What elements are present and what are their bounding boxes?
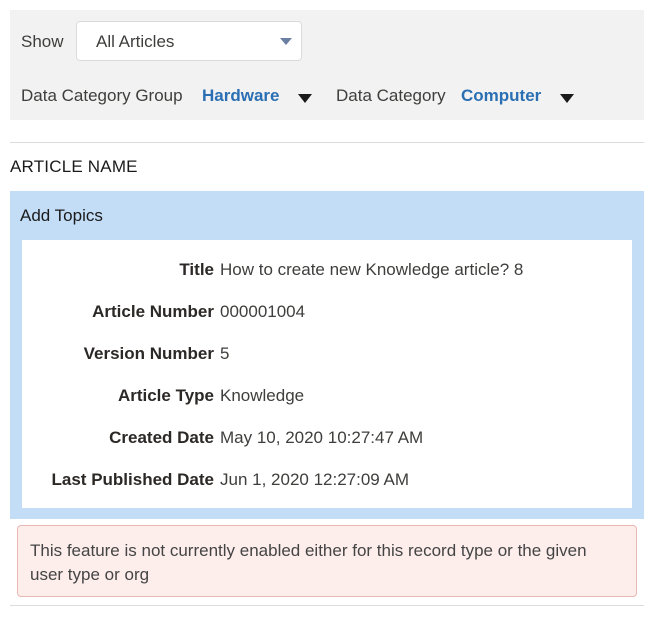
data-category-group-label: Data Category Group <box>21 86 183 105</box>
data-category-group-value[interactable]: Hardware <box>202 86 279 106</box>
detail-label: Article Type <box>117 386 214 405</box>
column-header-article-name[interactable]: ARTICLE NAME <box>10 157 138 177</box>
add-topics-link[interactable]: Add Topics <box>20 206 103 226</box>
error-message: This feature is not currently enabled ei… <box>30 541 587 584</box>
detail-row-article-number: Article Number 000001004 <box>22 302 632 326</box>
detail-value: Knowledge <box>220 386 305 405</box>
detail-label: Title <box>179 260 214 279</box>
article-details: Title How to create new Knowledge articl… <box>22 240 632 508</box>
show-select-value: All Articles <box>96 32 175 51</box>
show-select[interactable]: All Articles <box>76 21 302 61</box>
filter-bar: Show All Articles Data Category Group Ha… <box>10 10 644 120</box>
error-message-box: This feature is not currently enabled ei… <box>17 525 637 597</box>
data-category-label: Data Category <box>336 86 446 105</box>
divider <box>10 605 644 606</box>
caret-down-icon[interactable] <box>560 94 574 103</box>
detail-row-title: Title How to create new Knowledge articl… <box>22 260 632 284</box>
divider <box>10 142 644 143</box>
detail-row-created-date: Created Date May 10, 2020 10:27:47 AM <box>22 428 632 452</box>
show-label: Show <box>21 32 64 51</box>
detail-value: Jun 1, 2020 12:27:09 AM <box>220 470 410 489</box>
detail-label: Version Number <box>83 344 214 363</box>
data-category-value[interactable]: Computer <box>461 86 541 106</box>
detail-label: Last Published Date <box>51 470 214 489</box>
chevron-down-icon <box>280 38 292 45</box>
detail-row-article-type: Article Type Knowledge <box>22 386 632 410</box>
detail-row-version-number: Version Number 5 <box>22 344 632 368</box>
detail-value: 5 <box>220 344 230 363</box>
caret-down-icon[interactable] <box>298 94 312 103</box>
detail-row-last-published-date: Last Published Date Jun 1, 2020 12:27:09… <box>22 470 632 494</box>
detail-value: May 10, 2020 10:27:47 AM <box>220 428 424 447</box>
detail-label: Created Date <box>109 428 214 447</box>
detail-value: How to create new Knowledge article? 8 <box>220 260 524 279</box>
article-panel: Add Topics Title How to create new Knowl… <box>10 191 644 519</box>
detail-label: Article Number <box>92 302 214 321</box>
detail-value: 000001004 <box>220 302 306 321</box>
